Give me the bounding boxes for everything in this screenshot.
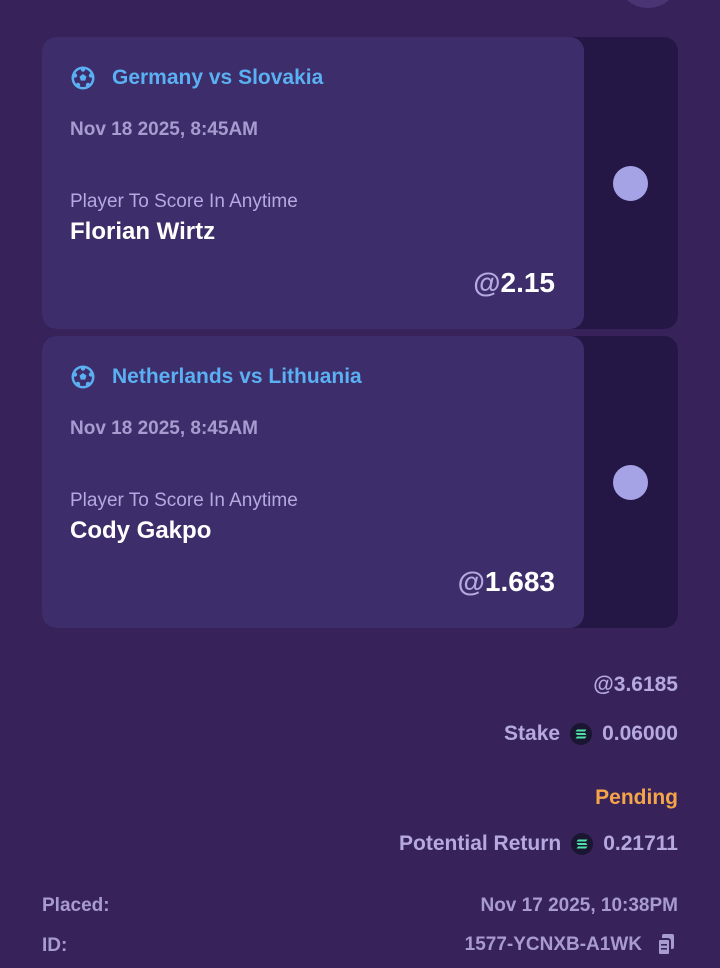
leg-odds: @1.683 xyxy=(458,566,555,598)
odds-prefix: @ xyxy=(473,267,501,298)
id-label: ID: xyxy=(42,935,68,956)
top-avatar-partial xyxy=(620,0,676,8)
leg-card[interactable]: Netherlands vs Lithuania Nov 18 2025, 8:… xyxy=(42,336,584,628)
stake-value: 0.06000 xyxy=(602,722,678,745)
bet-leg: Germany vs Slovakia Nov 18 2025, 8:45AM … xyxy=(42,37,678,329)
market-name: Player To Score In Anytime xyxy=(70,490,298,511)
potential-return-row: Potential Return 0.21711 xyxy=(399,832,678,856)
bet-leg: Netherlands vs Lithuania Nov 18 2025, 8:… xyxy=(42,336,678,628)
potential-return-label: Potential Return xyxy=(399,832,562,855)
soccer-ball-icon xyxy=(71,365,95,389)
match-title-link[interactable]: Germany vs Slovakia xyxy=(112,66,323,90)
stake-row: Stake 0.06000 xyxy=(504,722,678,746)
selection-name: Florian Wirtz xyxy=(70,218,216,245)
solana-icon xyxy=(571,833,594,855)
odds-value: 2.15 xyxy=(500,267,556,298)
copy-icon[interactable] xyxy=(656,933,678,957)
total-odds: @3.6185 xyxy=(593,673,678,696)
match-date: Nov 18 2025, 8:45AM xyxy=(70,119,258,140)
leg-select-radio[interactable] xyxy=(613,166,648,201)
stake-label: Stake xyxy=(504,722,561,745)
match-date: Nov 18 2025, 8:45AM xyxy=(70,418,258,439)
placed-label: Placed: xyxy=(42,895,110,916)
bet-id-value: 1577-YCNXB-A1WK xyxy=(464,934,642,955)
leg-card[interactable]: Germany vs Slovakia Nov 18 2025, 8:45AM … xyxy=(42,37,584,329)
status-badge: Pending xyxy=(595,786,678,809)
id-row: 1577-YCNXB-A1WK xyxy=(465,933,678,957)
odds-prefix: @ xyxy=(457,566,485,597)
leg-select-radio[interactable] xyxy=(613,465,648,500)
selection-name: Cody Gakpo xyxy=(70,517,212,544)
market-name: Player To Score In Anytime xyxy=(70,191,298,212)
match-row: Netherlands vs Lithuania xyxy=(70,364,362,390)
solana-icon xyxy=(570,723,593,745)
leg-odds: @2.15 xyxy=(473,267,555,299)
soccer-ball-icon xyxy=(71,66,95,90)
match-title-link[interactable]: Netherlands vs Lithuania xyxy=(112,365,362,389)
placed-value: Nov 17 2025, 10:38PM xyxy=(480,895,678,916)
odds-value: 1.683 xyxy=(484,566,555,597)
potential-return-value: 0.21711 xyxy=(603,832,678,855)
match-row: Germany vs Slovakia xyxy=(70,65,323,91)
